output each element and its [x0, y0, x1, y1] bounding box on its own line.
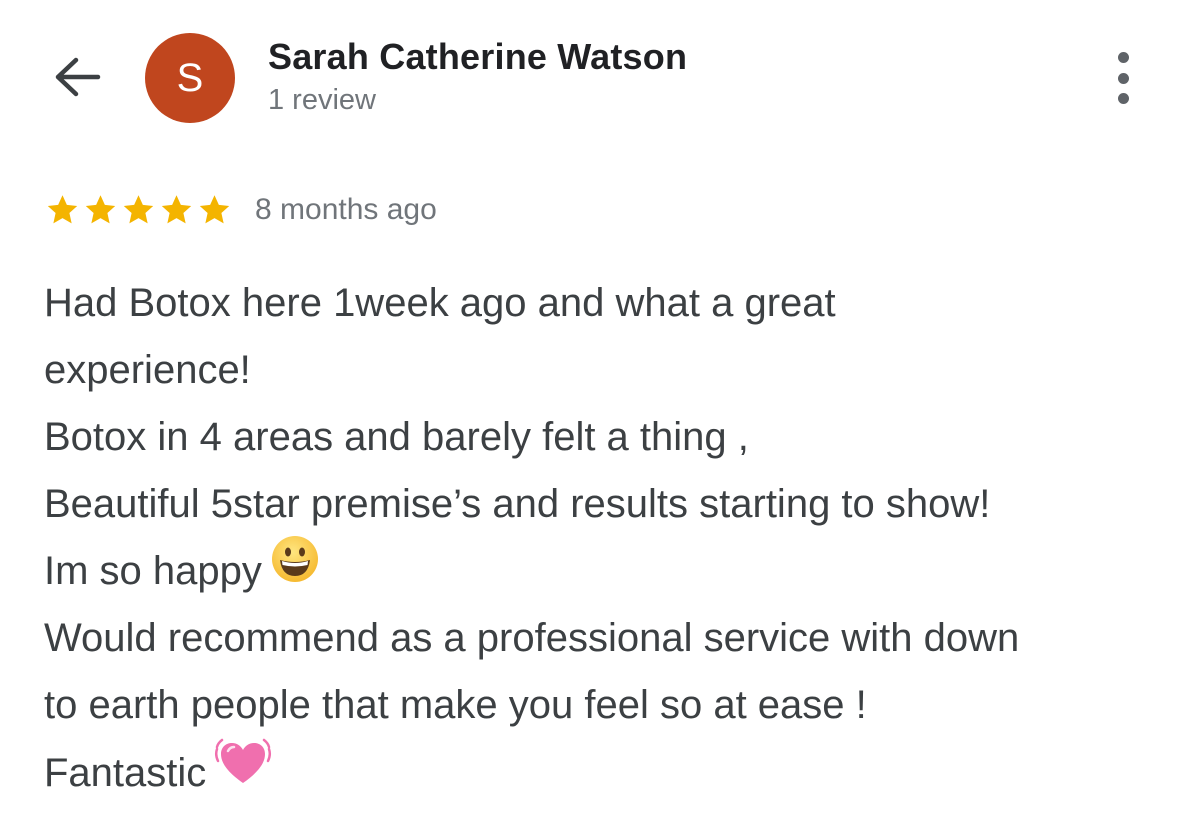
review-line: Botox in 4 areas and barely felt a thing…: [44, 404, 1184, 471]
review-line: Beautiful 5star premise’s and results st…: [44, 471, 1184, 538]
star-icon: [199, 195, 230, 224]
avatar[interactable]: S: [145, 33, 235, 123]
review-line-text: to earth people that make you feel so at…: [44, 683, 867, 727]
review-line-text: Fantastic: [44, 751, 207, 796]
avatar-letter: S: [176, 56, 204, 100]
rating-row: 8 months ago: [44, 190, 437, 230]
review-line-text: Im so happy: [44, 549, 262, 594]
review-date: 8 months ago: [255, 193, 437, 226]
star-icon: [47, 195, 78, 224]
review-header: S Sarah Catherine Watson 1 review: [0, 0, 1200, 150]
star-rating: [44, 192, 233, 228]
more-options-button[interactable]: [1103, 52, 1143, 104]
review-line: Would recommend as a professional servic…: [44, 605, 1184, 672]
review-count[interactable]: 1 review: [268, 84, 376, 117]
review-line: Fantastic: [44, 738, 1184, 806]
grinning-face-icon: [270, 534, 320, 605]
star-icon: [85, 195, 116, 224]
review-line: to earth people that make you feel so at…: [44, 672, 1184, 739]
review-text: Had Botox here 1week ago and what a grea…: [44, 270, 1184, 806]
review-line-text: experience!: [44, 348, 251, 392]
review-line: Im so happy: [44, 536, 1184, 605]
star-icon: [123, 195, 154, 224]
author-name[interactable]: Sarah Catherine Watson: [268, 36, 687, 78]
review-line-text: Beautiful 5star premise’s and results st…: [44, 482, 991, 526]
review-line-text: Had Botox here 1week ago and what a grea…: [44, 281, 836, 325]
back-button[interactable]: [50, 52, 104, 102]
star-icon: [161, 195, 192, 224]
review-line: experience!: [44, 337, 1184, 404]
arrow-left-icon: [55, 57, 101, 97]
review-line-text: Would recommend as a professional servic…: [44, 616, 1020, 660]
beating-heart-icon: [214, 735, 272, 808]
more-vertical-icon: [1117, 52, 1129, 104]
review-line: Had Botox here 1week ago and what a grea…: [44, 270, 1184, 337]
review-line-text: Botox in 4 areas and barely felt a thing…: [44, 415, 749, 459]
